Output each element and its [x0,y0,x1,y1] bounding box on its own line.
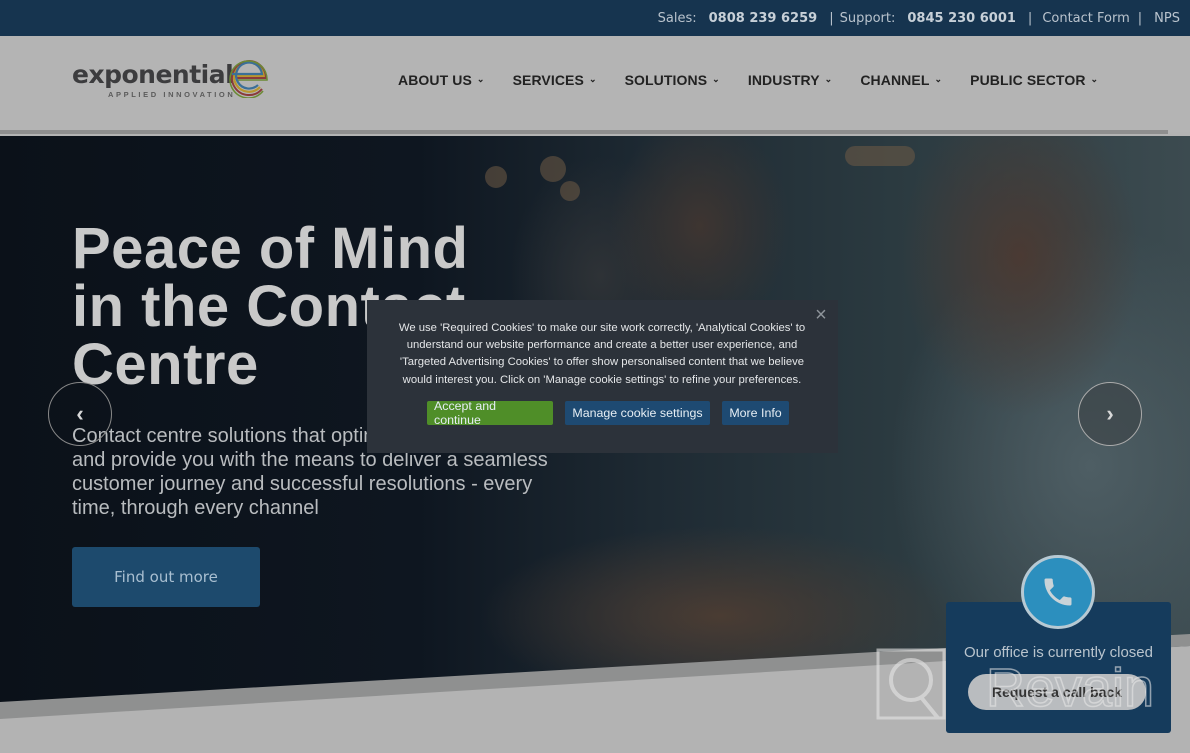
chevron-down-icon: ⌄ [476,73,485,84]
logo-wordmark: exponential- [72,60,244,89]
separator: | [1137,10,1143,26]
sales-label: Sales: [657,10,697,26]
cookie-message: We use 'Required Cookies' to make our si… [398,322,806,386]
contact-form-link[interactable]: Contact Form [1042,11,1129,26]
support-phone-link[interactable]: 0845 230 6001 [907,11,1016,26]
chevron-down-icon: ⌄ [712,73,720,84]
nav-solutions[interactable]: SOLUTIONS ⌄ [625,72,720,88]
phone-icon [1044,578,1072,606]
cookie-consent-banner: × We use 'Required Cookies' to make our … [367,300,838,453]
site-header: exponential- APPLIED INNOVATION ABOUT US… [0,36,1190,134]
more-info-button[interactable]: More Info [722,401,789,425]
chevron-left-icon: ‹ [76,401,84,426]
logo-e-icon [229,60,268,98]
main-nav: ABOUT US ⌄ SERVICES ⌄ SOLUTIONS ⌄ INDUSTRY ⌄… [398,72,1126,88]
slider-next-button[interactable]: › [1078,382,1142,446]
chevron-right-icon: › [1106,401,1114,426]
top-contact-bar: Sales: 0808 239 6259 | Support: 0845 230… [0,0,1190,36]
nav-public-sector[interactable]: PUBLIC SECTOR ⌄ [970,72,1098,88]
manage-cookie-settings-button[interactable]: Manage cookie settings [565,401,710,425]
separator: | [829,10,834,26]
sales-phone-link[interactable]: 0808 239 6259 [709,11,818,26]
chevron-down-icon: ⌄ [934,73,943,84]
find-out-more-button[interactable]: Find out more [72,547,260,607]
chevron-down-icon: ⌄ [588,73,597,84]
header-divider [0,130,1168,134]
slider-prev-button[interactable]: ‹ [48,382,112,446]
callback-phone-button[interactable] [1021,555,1095,629]
chevron-down-icon: ⌄ [1090,73,1099,84]
nav-services[interactable]: SERVICES ⌄ [513,72,597,88]
separator: | [1027,10,1033,26]
logo-tagline: APPLIED INNOVATION [108,90,236,99]
cookie-actions: Accept and continue Manage cookie settin… [427,399,789,427]
nps-link[interactable]: NPS [1154,11,1180,26]
close-icon[interactable]: × [812,305,830,325]
site-logo[interactable]: exponential- APPLIED INNOVATION [72,50,282,104]
nav-about-us[interactable]: ABOUT US ⌄ [398,72,485,88]
nav-channel[interactable]: CHANNEL ⌄ [860,72,942,88]
support-label: Support: [839,10,896,26]
request-callback-button[interactable]: Request a call back [968,674,1146,710]
accept-cookies-button[interactable]: Accept and continue [427,399,553,427]
chevron-down-icon: ⌄ [824,73,833,84]
nav-industry[interactable]: INDUSTRY ⌄ [748,72,833,88]
office-status-text: Our office is currently closed [964,644,1153,661]
